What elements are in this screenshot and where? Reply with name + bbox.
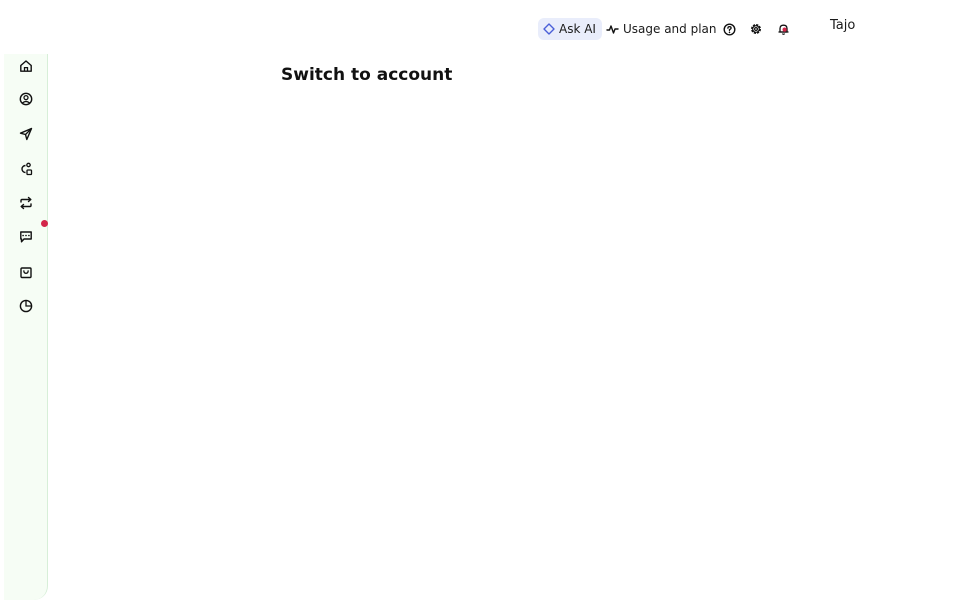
page-title: Switch to account — [281, 65, 453, 85]
pie-chart-icon — [19, 299, 33, 313]
notifications-button[interactable] — [775, 21, 791, 37]
sidebar-item-account[interactable] — [16, 89, 36, 109]
send-icon — [19, 127, 33, 141]
gear-icon — [749, 22, 763, 36]
help-button[interactable] — [721, 21, 737, 37]
sidebar-item-messages[interactable] — [16, 227, 36, 247]
sidebar-item-send[interactable] — [16, 124, 36, 144]
shapes-icon — [19, 162, 33, 176]
bell-icon — [777, 23, 790, 36]
messages-badge — [41, 220, 48, 227]
home-icon — [19, 59, 33, 73]
ask-ai-label: Ask AI — [559, 22, 596, 36]
sidebar-item-shop[interactable] — [16, 262, 36, 282]
message-icon — [19, 230, 33, 244]
sidebar — [4, 54, 48, 600]
sidebar-item-home[interactable] — [16, 56, 36, 76]
usage-and-plan-button[interactable]: Usage and plan — [606, 18, 717, 40]
top-bar: Ask AI Usage and plan Tajo — [0, 0, 960, 54]
settings-button[interactable] — [748, 21, 764, 37]
sidebar-item-shapes[interactable] — [16, 159, 36, 179]
sidebar-item-reports[interactable] — [16, 296, 36, 316]
sidebar-item-repeat[interactable] — [16, 193, 36, 213]
user-circle-icon — [19, 92, 33, 106]
sparkle-icon — [543, 23, 555, 35]
usage-and-plan-label: Usage and plan — [623, 22, 717, 36]
activity-icon — [606, 23, 619, 35]
ask-ai-button[interactable]: Ask AI — [538, 18, 602, 40]
shopping-bag-icon — [19, 265, 33, 279]
user-menu[interactable]: Tajo — [830, 18, 855, 33]
help-icon — [722, 22, 736, 36]
repeat-icon — [19, 196, 33, 210]
